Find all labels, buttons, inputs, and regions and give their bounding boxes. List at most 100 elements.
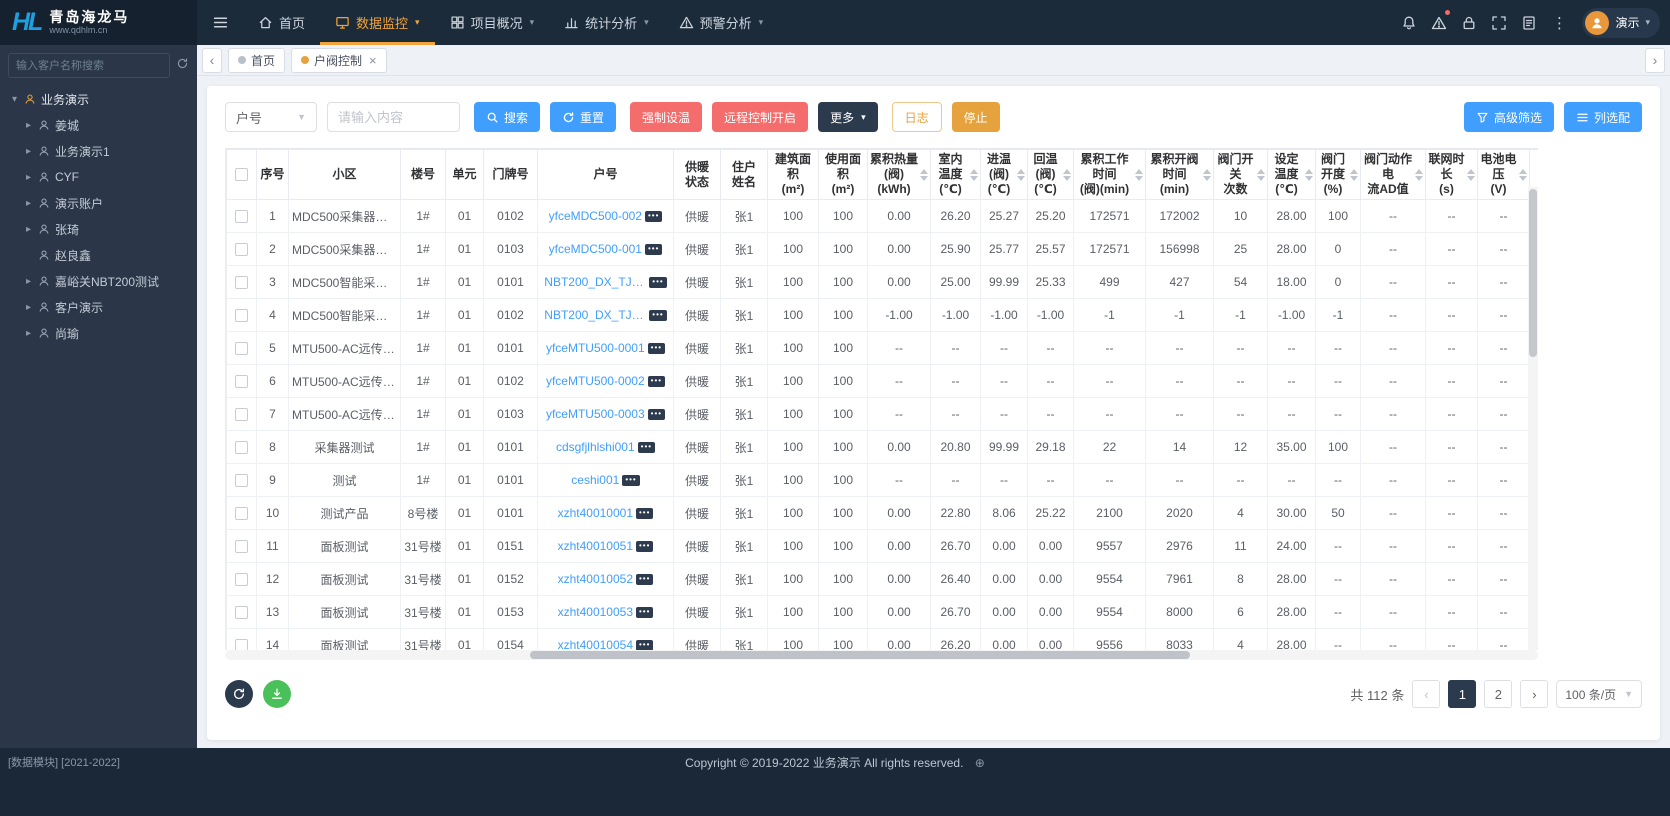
search-button[interactable]: 搜索 — [474, 102, 540, 132]
sidebar-item-4[interactable]: ▸张琦 — [0, 216, 197, 242]
pagination-page-2[interactable]: 2 — [1484, 680, 1512, 708]
column-header[interactable]: 联网时长(s) — [1426, 150, 1478, 200]
nav-item-1[interactable]: 数据监控▾ — [320, 0, 435, 45]
row-actions-button[interactable]: ••• — [636, 574, 653, 585]
document-icon[interactable] — [1514, 0, 1544, 45]
sort-icon[interactable] — [970, 169, 978, 181]
account-link[interactable]: xzht40010051 — [558, 539, 633, 553]
tab-0[interactable]: 首页 — [228, 48, 285, 73]
search-field-select[interactable]: 户号 ▼ — [225, 102, 317, 132]
row-actions-button[interactable]: ••• — [645, 211, 662, 222]
export-download-button[interactable] — [263, 680, 291, 708]
sort-icon[interactable] — [1519, 169, 1527, 181]
customer-search-input[interactable] — [8, 53, 170, 78]
user-menu[interactable]: 演示 ▾ — [1582, 8, 1660, 38]
row-checkbox[interactable] — [235, 309, 248, 322]
row-actions-button[interactable]: ••• — [636, 541, 653, 552]
row-checkbox[interactable] — [235, 408, 248, 421]
row-actions-button[interactable]: ••• — [636, 508, 653, 519]
account-link[interactable]: yfceMTU500-0002 — [546, 374, 645, 388]
advanced-filter-button[interactable]: 高级筛选 — [1464, 102, 1554, 132]
row-actions-button[interactable]: ••• — [649, 310, 666, 321]
row-checkbox[interactable] — [235, 276, 248, 289]
tab-1[interactable]: 户阀控制× — [291, 48, 387, 73]
row-checkbox[interactable] — [235, 507, 248, 520]
row-actions-button[interactable]: ••• — [636, 607, 653, 618]
column-header[interactable]: 阀门开关次数 — [1214, 150, 1268, 200]
sidebar-item-2[interactable]: ▸CYF — [0, 164, 197, 190]
row-checkbox[interactable] — [235, 375, 248, 388]
sort-icon[interactable] — [1017, 169, 1025, 181]
row-checkbox[interactable] — [235, 243, 248, 256]
sort-icon[interactable] — [1257, 169, 1265, 181]
account-link[interactable]: xzht40010054 — [558, 638, 633, 650]
lock-icon[interactable] — [1454, 0, 1484, 45]
sidebar-item-0[interactable]: ▸姜城 — [0, 112, 197, 138]
nav-item-2[interactable]: 项目概况▾ — [435, 0, 550, 45]
row-actions-button[interactable]: ••• — [648, 343, 665, 354]
tree-root-node[interactable]: ▾ 业务演示 — [0, 86, 197, 112]
log-button[interactable]: 日志 — [892, 102, 942, 132]
sort-icon[interactable] — [1350, 169, 1358, 181]
sort-icon[interactable] — [1467, 169, 1475, 181]
nav-item-0[interactable]: 首页 — [243, 0, 320, 45]
row-checkbox[interactable] — [235, 639, 248, 650]
app-logo[interactable]: HL 青岛海龙马 www.qdhlm.cn — [0, 0, 197, 45]
vertical-scrollbar-thumb[interactable] — [1529, 189, 1537, 357]
vertical-scrollbar[interactable] — [1528, 187, 1538, 650]
column-header[interactable]: 累积开阀时间(min) — [1146, 150, 1214, 200]
nav-item-4[interactable]: 预警分析▾ — [664, 0, 779, 45]
column-header[interactable]: 设定温度(℃) — [1268, 150, 1316, 200]
stop-button[interactable]: 停止 — [952, 102, 1000, 132]
column-header[interactable]: 累积工作时间(阀)(min) — [1074, 150, 1146, 200]
pagination-next-button[interactable]: › — [1520, 680, 1548, 708]
column-header[interactable]: 阀门开度(%) — [1316, 150, 1361, 200]
row-checkbox[interactable] — [235, 474, 248, 487]
refresh-icon[interactable] — [176, 57, 189, 75]
account-link[interactable]: xzht40010052 — [558, 572, 633, 586]
pagination-page-1[interactable]: 1 — [1448, 680, 1476, 708]
sort-icon[interactable] — [1305, 169, 1313, 181]
column-header[interactable]: 进温(阀)(℃) — [981, 150, 1028, 200]
sort-icon[interactable] — [1415, 169, 1423, 181]
alert-icon[interactable] — [1424, 0, 1454, 45]
account-link[interactable]: ceshi001 — [571, 473, 619, 487]
tabs-scroll-left-icon[interactable]: ‹ — [202, 48, 222, 73]
sort-icon[interactable] — [1063, 169, 1071, 181]
more-dropdown-button[interactable]: 更多 ▾ — [818, 102, 878, 132]
row-checkbox[interactable] — [235, 606, 248, 619]
page-size-select[interactable]: 100 条/页 ▼ — [1556, 680, 1642, 708]
search-input[interactable] — [327, 102, 460, 132]
account-link[interactable]: xzht40010053 — [558, 605, 633, 619]
sidebar-item-7[interactable]: ▸客户演示 — [0, 294, 197, 320]
pagination-prev-button[interactable]: ‹ — [1412, 680, 1440, 708]
remote-open-button[interactable]: 远程控制开启 — [712, 102, 808, 132]
account-link[interactable]: yfceMDC500-001 — [549, 242, 642, 256]
tab-close-icon[interactable]: × — [369, 53, 377, 68]
nav-item-3[interactable]: 统计分析▾ — [549, 0, 664, 45]
column-header[interactable]: 累积热量(阀)(kWh) — [868, 150, 931, 200]
row-checkbox[interactable] — [235, 573, 248, 586]
bell-icon[interactable] — [1394, 0, 1424, 45]
row-actions-button[interactable]: ••• — [648, 409, 665, 420]
sort-icon[interactable] — [1135, 169, 1143, 181]
account-link[interactable]: NBT200_DX_TJF-CS1-10... — [544, 275, 646, 289]
account-link[interactable]: yfceMTU500-0001 — [546, 341, 645, 355]
sidebar-item-6[interactable]: ▸嘉峪关NBT200测试 — [0, 268, 197, 294]
column-config-button[interactable]: 列选配 — [1564, 102, 1642, 132]
select-all-checkbox[interactable] — [235, 168, 248, 181]
menu-toggle-button[interactable] — [197, 0, 243, 45]
tabs-scroll-right-icon[interactable]: › — [1645, 48, 1665, 73]
sort-icon[interactable] — [1203, 169, 1211, 181]
row-checkbox[interactable] — [235, 342, 248, 355]
fullscreen-icon[interactable] — [1484, 0, 1514, 45]
reset-button[interactable]: 重置 — [550, 102, 616, 132]
refresh-table-button[interactable] — [225, 680, 253, 708]
row-checkbox[interactable] — [235, 210, 248, 223]
row-actions-button[interactable]: ••• — [648, 376, 665, 387]
sort-icon[interactable] — [920, 169, 928, 181]
horizontal-scrollbar[interactable] — [225, 650, 1538, 660]
row-actions-button[interactable]: ••• — [638, 442, 655, 453]
account-link[interactable]: cdsgfjlhlshi001 — [556, 440, 635, 454]
row-checkbox[interactable] — [235, 540, 248, 553]
